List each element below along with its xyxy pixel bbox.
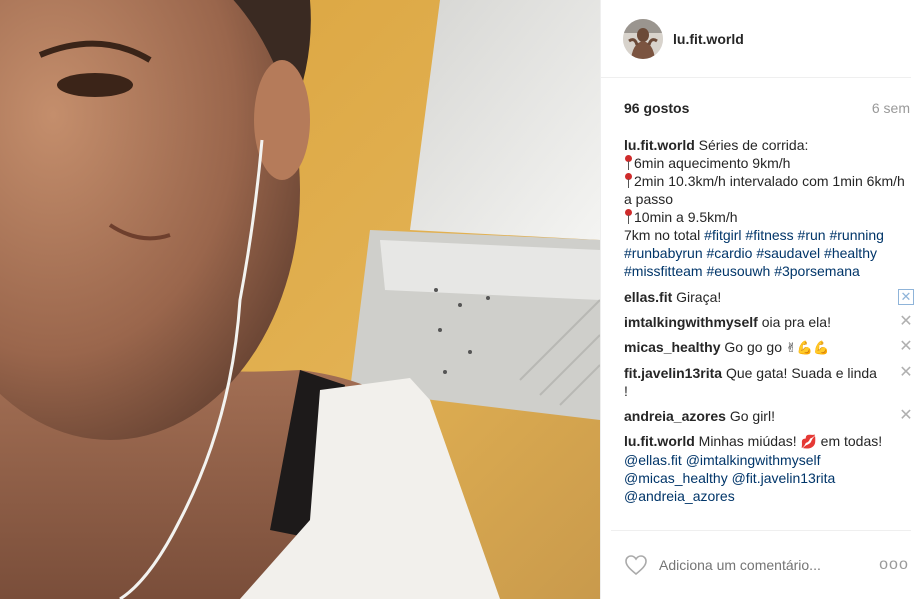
heart-icon[interactable] [624, 554, 648, 576]
comment-text: Go go go [724, 339, 782, 355]
comment-item: fit.javelin13rita Que gata! Suada e lind… [624, 364, 914, 400]
hashtag-link[interactable]: #running [829, 227, 884, 243]
post-time[interactable]: 6 sem [872, 100, 910, 116]
pushpin-emoji [624, 173, 633, 188]
post-details-panel: lu.fit.world 96 gostos 6 sem lu.fit.worl… [600, 0, 921, 599]
mention-link[interactable]: @ellas.fit [624, 452, 682, 468]
comment-item: micas_healthy Go go go ✌💪💪 ✕ [624, 338, 914, 357]
hashtag-link[interactable]: #fitness [745, 227, 793, 243]
caption-line-1: Séries de corrida: [698, 137, 809, 153]
hashtag-link[interactable]: #runbabyrun [624, 245, 703, 261]
post-meta: 96 gostos 6 sem [601, 78, 921, 138]
comment-text: Go girl! [729, 408, 775, 424]
caption-username[interactable]: lu.fit.world [624, 137, 695, 153]
caption-line-4: 10min a 9.5km/h [634, 209, 738, 225]
more-options-icon[interactable]: ooo [879, 556, 909, 574]
comment-item: andreia_azores Go girl! ✕ [624, 407, 914, 425]
comment-username[interactable]: andreia_azores [624, 408, 726, 424]
comment-text-2: em todas! [820, 433, 883, 449]
post-footer: ooo [611, 530, 911, 599]
comment-text: Giraça! [676, 289, 722, 305]
post-photo[interactable] [0, 0, 600, 599]
comment-text: oia pra ela! [761, 314, 831, 330]
comment-input[interactable] [659, 557, 879, 573]
hashtag-link[interactable]: #3porsemana [774, 263, 860, 279]
pushpin-emoji [624, 155, 633, 170]
close-icon[interactable]: ✕ [898, 339, 914, 355]
caption-line-5: 7km no total [624, 227, 701, 243]
flexed-biceps-emoji: 💪 [796, 340, 813, 355]
caption-line-2: 6min aquecimento 9km/h [634, 155, 791, 171]
post-header: lu.fit.world [601, 0, 911, 78]
hashtag-link[interactable]: #healthy [824, 245, 877, 261]
post-author-username[interactable]: lu.fit.world [673, 31, 744, 47]
comment-username[interactable]: fit.javelin13rita [624, 365, 722, 381]
mention-link[interactable]: @andreia_azores [624, 488, 735, 504]
comment-item: imtalkingwithmyself oia pra ela! ✕ [624, 313, 914, 331]
mention-link[interactable]: @micas_healthy [624, 470, 728, 486]
kiss-mark-emoji: 💋 [800, 434, 817, 449]
comment-text: Minhas miúdas! [698, 433, 797, 449]
close-icon[interactable]: ✕ [898, 289, 914, 305]
caption-line-3: 2min 10.3km/h intervalado com 1min 6km/h… [624, 173, 905, 207]
hashtag-link[interactable]: #saudavel [756, 245, 820, 261]
likes-count[interactable]: 96 gostos [624, 100, 689, 116]
comment-username[interactable]: micas_healthy [624, 339, 721, 355]
mention-link[interactable]: @fit.javelin13rita [732, 470, 836, 486]
hashtag-link[interactable]: #fitgirl [704, 227, 741, 243]
close-icon[interactable]: ✕ [898, 314, 914, 330]
avatar-image [623, 18, 663, 59]
hashtag-link[interactable]: #missfitteam [624, 263, 703, 279]
victory-hand-emoji: ✌ [785, 340, 797, 355]
post-caption: lu.fit.world Séries de corrida: 6min aqu… [624, 136, 914, 280]
close-icon[interactable]: ✕ [898, 408, 914, 424]
comment-username[interactable]: lu.fit.world [624, 433, 695, 449]
mention-link[interactable]: @imtalkingwithmyself [686, 452, 821, 468]
comment-username[interactable]: imtalkingwithmyself [624, 314, 758, 330]
selfie-image [0, 0, 600, 599]
comment-username[interactable]: ellas.fit [624, 289, 672, 305]
pushpin-emoji [624, 209, 633, 224]
avatar[interactable] [623, 18, 663, 59]
hashtag-link[interactable]: #cardio [707, 245, 753, 261]
flexed-biceps-emoji: 💪 [812, 340, 830, 355]
comments-list: lu.fit.world Séries de corrida: 6min aqu… [624, 136, 914, 512]
hashtag-link[interactable]: #run [798, 227, 826, 243]
close-icon[interactable]: ✕ [898, 365, 914, 381]
comment-item: ellas.fit Giraça! ✕ [624, 288, 914, 306]
hashtag-link[interactable]: #eusouwh [706, 263, 770, 279]
comment-item: lu.fit.world Minhas miúdas! 💋 em todas! … [624, 432, 914, 505]
